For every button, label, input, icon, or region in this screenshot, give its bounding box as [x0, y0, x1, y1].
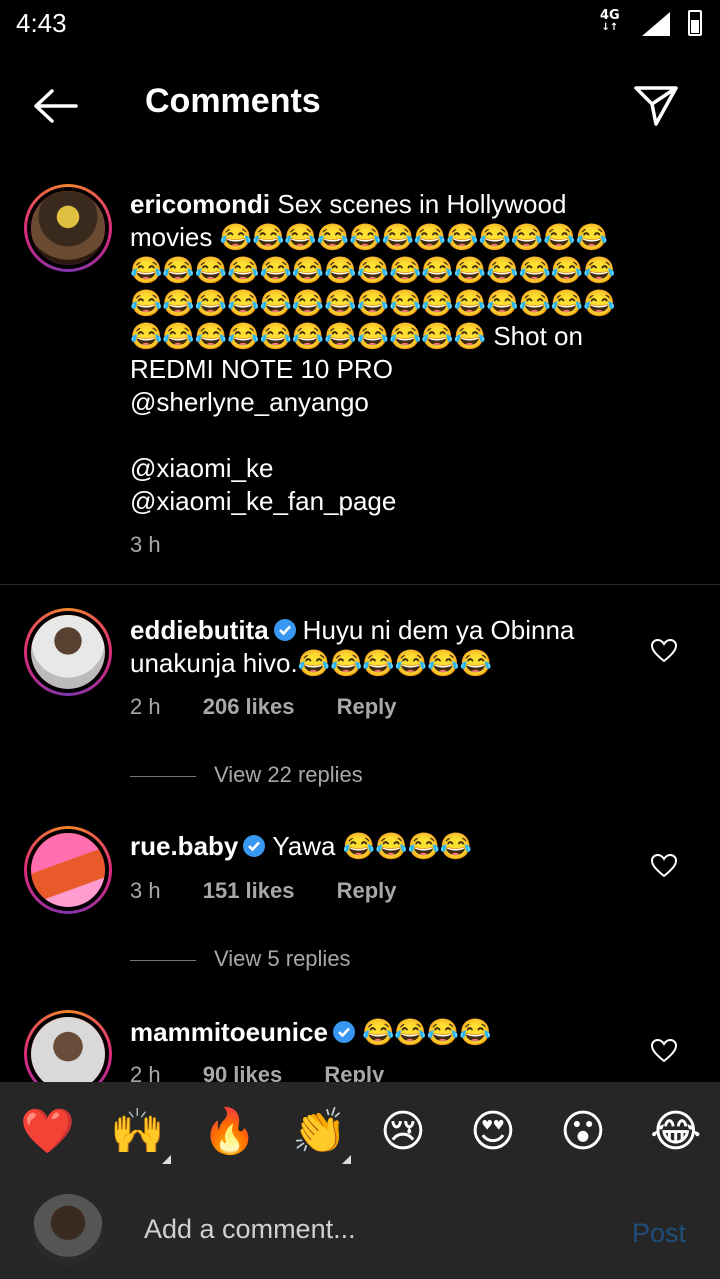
comment-input[interactable]: Add a comment... — [144, 1214, 356, 1245]
avatar — [31, 833, 105, 907]
skin-tone-indicator — [162, 1155, 171, 1164]
like-heart-icon[interactable] — [650, 638, 678, 664]
back-arrow-icon[interactable] — [30, 86, 82, 126]
comment-time: 3 h — [130, 878, 161, 903]
verified-badge-icon — [273, 619, 296, 641]
mention-link[interactable]: @sherlyne_anyango — [130, 386, 630, 419]
likes-count[interactable]: 151 likes — [203, 878, 295, 903]
replies-line — [130, 959, 196, 961]
avatar — [31, 191, 105, 265]
header: Comments — [0, 70, 720, 140]
reaction-crying[interactable]: 😢 — [380, 1102, 426, 1162]
post-button[interactable]: Post — [632, 1218, 686, 1249]
comment-username[interactable]: eddiebutita — [130, 615, 269, 645]
comment-text: 😂😂😂😂 — [361, 1017, 492, 1047]
post-timestamp: 3 h — [130, 532, 161, 557]
reaction-raising-hands[interactable]: 🙌 — [110, 1102, 165, 1162]
mention-link[interactable]: @xiaomi_ke_fan_page — [130, 485, 630, 518]
verified-badge-icon — [243, 835, 266, 857]
status-time: 4:43 — [16, 8, 67, 38]
like-heart-icon[interactable] — [650, 1038, 678, 1064]
post-username[interactable]: ericomondi — [130, 189, 270, 219]
reaction-heart[interactable]: ❤️ — [20, 1102, 75, 1162]
comment-username[interactable]: mammitoeunice — [130, 1017, 328, 1047]
reaction-fire[interactable]: 🔥 — [202, 1102, 257, 1162]
skin-tone-indicator — [342, 1155, 351, 1164]
view-replies-button[interactable]: View 5 replies — [130, 946, 351, 972]
comment-time: 2 h — [130, 694, 161, 719]
comment-text: Yawa 😂😂😂😂 — [272, 831, 473, 861]
reaction-laughing[interactable]: 😂 — [650, 1102, 701, 1162]
comment-meta: 3 h 151 likes Reply — [130, 878, 433, 904]
battery-icon — [688, 10, 702, 36]
network-type: 4G ↓↑ — [600, 8, 620, 33]
reaction-surprised[interactable]: 😮 — [560, 1102, 606, 1162]
reaction-heart-eyes[interactable]: 😍 — [470, 1102, 516, 1162]
comment-meta: 2 h 206 likes Reply — [130, 694, 433, 720]
divider — [0, 584, 720, 585]
avatar — [31, 615, 105, 689]
verified-badge-icon — [332, 1021, 355, 1043]
reply-button[interactable]: Reply — [337, 878, 397, 903]
like-heart-icon[interactable] — [650, 853, 678, 879]
page-title: Comments — [145, 82, 321, 120]
comment-composer-bar: ❤️ 🙌 🔥 👏 😢 😍 😮 😂 Add a comment... Post — [0, 1082, 720, 1279]
comment-username[interactable]: rue.baby — [130, 831, 238, 861]
comment-avatar[interactable] — [24, 826, 112, 914]
likes-count[interactable]: 206 likes — [203, 694, 295, 719]
mention-link[interactable]: @xiaomi_ke — [130, 452, 630, 485]
replies-line — [130, 775, 196, 777]
quick-reactions: ❤️ 🙌 🔥 👏 😢 😍 😮 😂 — [0, 1102, 720, 1164]
reply-button[interactable]: Reply — [337, 694, 397, 719]
post-caption: ericomondi Sex scenes in Hollywood movie… — [130, 188, 630, 518]
status-bar: 4:43 4G ↓↑ — [0, 0, 720, 50]
avatar — [32, 1194, 104, 1266]
signal-icon — [642, 12, 670, 36]
post-author-avatar[interactable] — [24, 184, 112, 272]
avatar — [31, 1017, 105, 1091]
send-icon[interactable] — [630, 82, 682, 130]
comment-composer: Add a comment... Post — [0, 1192, 720, 1272]
view-replies-button[interactable]: View 22 replies — [130, 762, 363, 788]
reaction-clap[interactable]: 👏 — [292, 1102, 347, 1162]
comment-avatar[interactable] — [24, 608, 112, 696]
